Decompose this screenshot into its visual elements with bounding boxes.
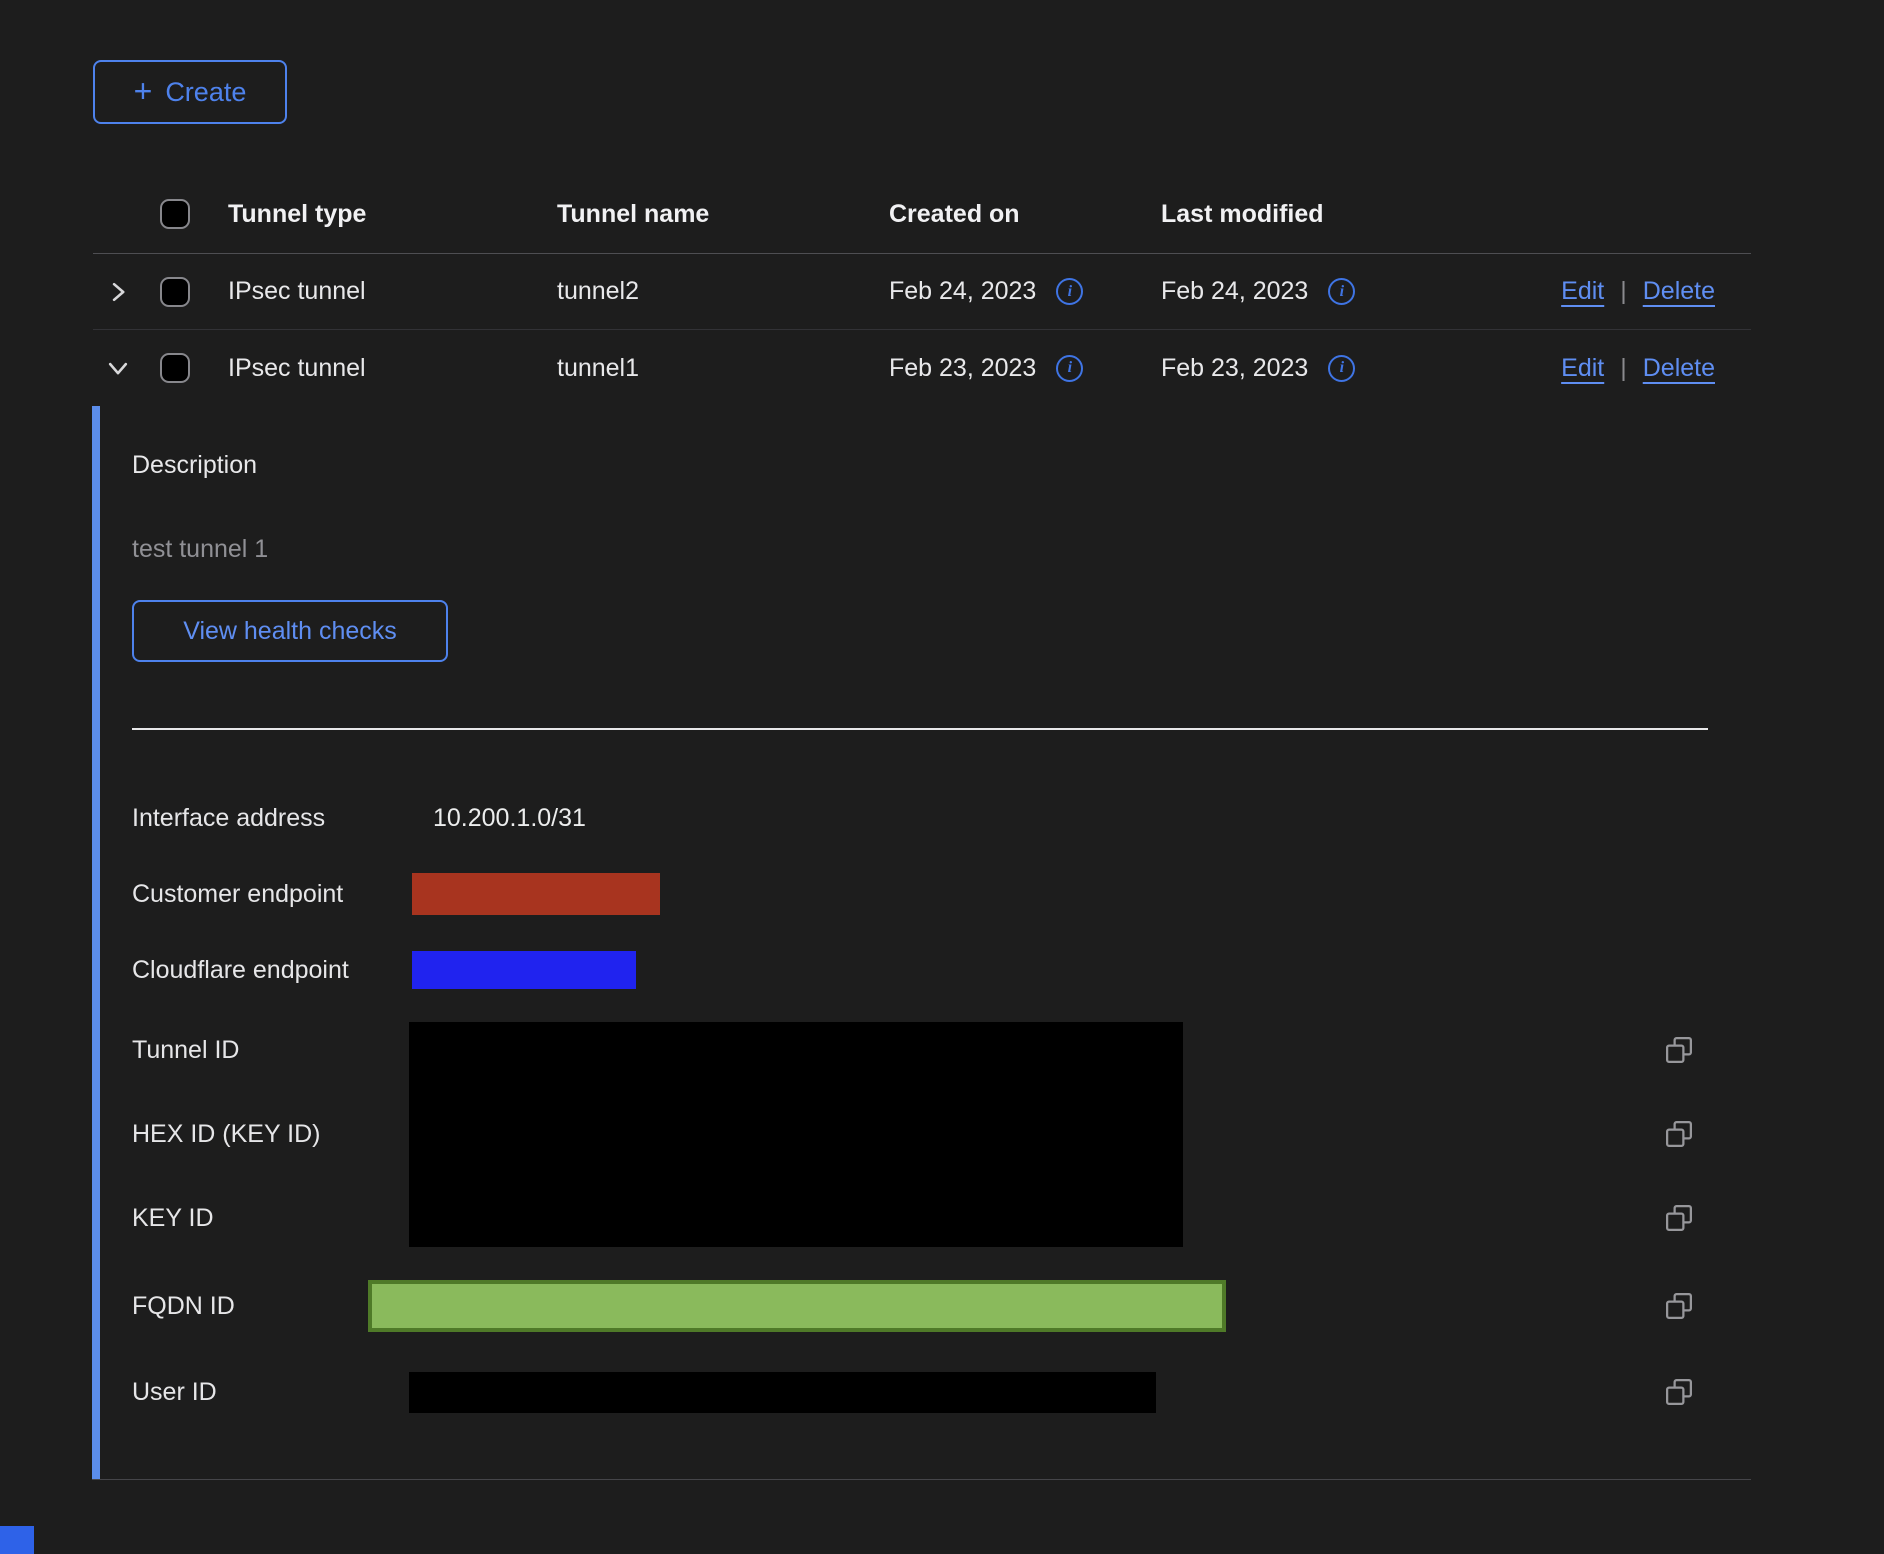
- copy-icon: [1664, 1203, 1694, 1233]
- tunnel-type-cell: IPsec tunnel: [228, 354, 557, 383]
- tunnel-details: Interface address 10.200.1.0/31 Customer…: [132, 780, 1751, 1432]
- row-checkbox[interactable]: [160, 277, 190, 307]
- user-id-label: User ID: [132, 1378, 409, 1407]
- ids-redacted-value: [409, 1022, 1183, 1247]
- table-header-row: Tunnel type Tunnel name Created on Last …: [93, 175, 1751, 254]
- tunnel-type-cell: IPsec tunnel: [228, 277, 557, 306]
- delete-link[interactable]: Delete: [1643, 354, 1715, 383]
- cloudflare-endpoint-label: Cloudflare endpoint: [132, 956, 409, 985]
- cloudflare-endpoint-redacted-value: [412, 951, 636, 989]
- key-id-label: KEY ID: [132, 1204, 409, 1233]
- interface-address-value: 10.200.1.0/31: [409, 804, 1664, 833]
- edit-link[interactable]: Edit: [1561, 277, 1604, 306]
- customer-endpoint-label: Customer endpoint: [132, 880, 409, 909]
- tunnel-id-label: Tunnel ID: [132, 1036, 409, 1065]
- created-on-cell: Feb 24, 2023: [889, 277, 1036, 306]
- chevron-right-icon[interactable]: [105, 279, 131, 305]
- user-id-redacted-value: [409, 1372, 1156, 1413]
- copy-user-id-button[interactable]: [1664, 1377, 1751, 1407]
- customer-endpoint-redacted-value: [412, 873, 660, 915]
- info-icon[interactable]: i: [1056, 355, 1083, 382]
- tunnels-table: Tunnel type Tunnel name Created on Last …: [93, 175, 1751, 406]
- info-icon[interactable]: i: [1056, 278, 1083, 305]
- copy-tunnel-id-button[interactable]: [1664, 1035, 1751, 1065]
- copy-icon: [1664, 1119, 1694, 1149]
- fqdn-id-redacted-value: [368, 1280, 1226, 1332]
- tunnel-name-cell: tunnel1: [557, 354, 889, 383]
- create-button-label: Create: [165, 77, 246, 108]
- actions-separator: |: [1620, 354, 1627, 383]
- copy-icon: [1664, 1377, 1694, 1407]
- section-divider: [132, 728, 1708, 730]
- column-header-tunnel-type: Tunnel type: [228, 200, 557, 229]
- description-value: test tunnel 1: [132, 534, 1751, 564]
- column-header-created-on: Created on: [889, 200, 1161, 229]
- actions-separator: |: [1620, 277, 1627, 306]
- create-button[interactable]: + Create: [93, 60, 287, 124]
- created-on-cell: Feb 23, 2023: [889, 354, 1036, 383]
- row-checkbox[interactable]: [160, 353, 190, 383]
- last-modified-cell: Feb 24, 2023: [1161, 277, 1308, 306]
- tunnels-page: + Create Tunnel type Tunnel name Created…: [0, 0, 1884, 1554]
- column-header-last-modified: Last modified: [1161, 200, 1441, 229]
- expanded-row-panel: Description test tunnel 1 View health ch…: [92, 406, 1751, 1480]
- tunnel-name-cell: tunnel2: [557, 277, 889, 306]
- copy-icon: [1664, 1035, 1694, 1065]
- column-header-tunnel-name: Tunnel name: [557, 200, 889, 229]
- copy-hex-id-button[interactable]: [1664, 1119, 1751, 1149]
- last-modified-cell: Feb 23, 2023: [1161, 354, 1308, 383]
- delete-link[interactable]: Delete: [1643, 277, 1715, 306]
- copy-key-id-button[interactable]: [1664, 1203, 1751, 1233]
- interface-address-label: Interface address: [132, 804, 409, 833]
- hex-id-label: HEX ID (KEY ID): [132, 1120, 409, 1149]
- chevron-down-icon[interactable]: [105, 355, 131, 381]
- expanded-row-indicator-bar: [92, 406, 100, 1479]
- corner-accent: [0, 1526, 34, 1554]
- select-all-checkbox[interactable]: [160, 199, 190, 229]
- edit-link[interactable]: Edit: [1561, 354, 1604, 383]
- plus-icon: +: [134, 75, 153, 107]
- copy-fqdn-id-button[interactable]: [1664, 1291, 1751, 1321]
- copy-icon: [1664, 1291, 1694, 1321]
- table-row: IPsec tunnel tunnel1 Feb 23, 2023 i Feb …: [93, 330, 1751, 406]
- info-icon[interactable]: i: [1328, 278, 1355, 305]
- view-health-checks-button[interactable]: View health checks: [132, 600, 448, 662]
- info-icon[interactable]: i: [1328, 355, 1355, 382]
- description-label: Description: [132, 450, 1751, 480]
- table-row: IPsec tunnel tunnel2 Feb 24, 2023 i Feb …: [93, 254, 1751, 330]
